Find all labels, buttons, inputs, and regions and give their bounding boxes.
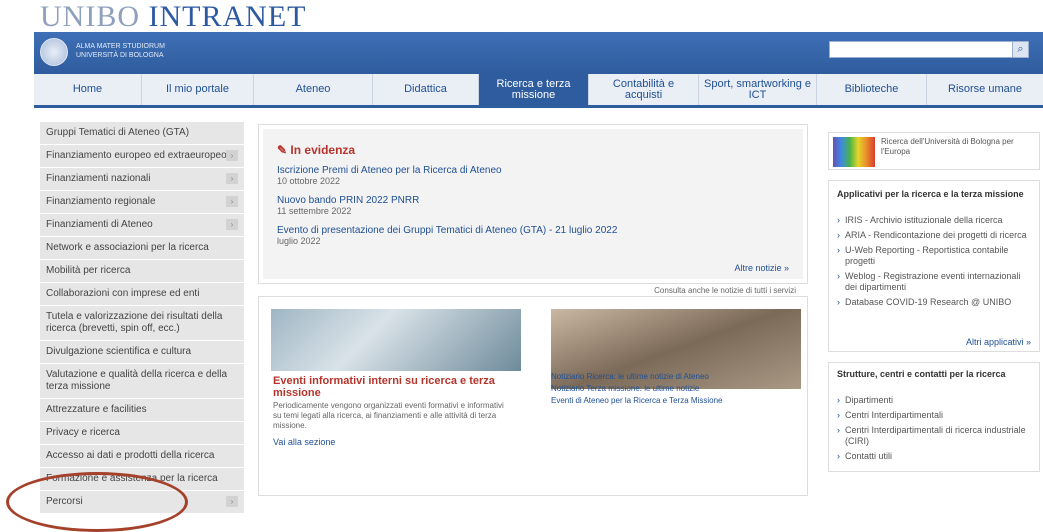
chevron-right-icon: › <box>226 196 238 207</box>
nav-risorse-umane[interactable]: Risorse umane <box>927 74 1043 105</box>
app-link[interactable]: Weblog - Registrazione eventi internazio… <box>837 271 1033 293</box>
nav-contabilita[interactable]: Contabilità e acquisti <box>589 74 699 105</box>
nav-mio-portale[interactable]: Il mio portale <box>142 74 254 105</box>
structure-link[interactable]: Centri Interdipartimentali <box>837 410 1033 421</box>
university-name[interactable]: ALMA MATER STUDIORUM UNIVERSITÀ DI BOLOG… <box>76 42 165 60</box>
sidebar-item[interactable]: Network e associazioni per la ricerca <box>40 237 244 260</box>
more-news-link[interactable]: Altre notizie » <box>734 263 789 273</box>
news-item[interactable]: Nuovo bando PRIN 2022 PNRR 11 settembre … <box>277 195 419 217</box>
pace-flag-icon <box>833 137 875 167</box>
highlight-circle <box>6 472 188 532</box>
sidebar-item[interactable]: Finanziamenti di Ateneo › <box>40 214 244 237</box>
more-apps-link[interactable]: Altri applicativi » <box>966 337 1031 347</box>
university-seal-icon[interactable] <box>40 38 68 66</box>
main-nav: Home Il mio portale Ateneo Didattica Ric… <box>34 74 1043 108</box>
promo-box[interactable]: Ricerca dell'Università di Bologna per l… <box>828 132 1040 170</box>
sidebar-item[interactable]: Tutela e valorizzazione dei risultati de… <box>40 306 244 341</box>
nav-biblioteche[interactable]: Biblioteche <box>817 74 927 105</box>
nav-ricerca[interactable]: Ricerca e terza missione <box>479 74 589 105</box>
brand-part2: INTRANET <box>148 0 307 33</box>
events-link[interactable]: Notiziario Terza missione: le ultime not… <box>551 383 801 395</box>
in-evidenza-box: ✎ In evidenza Iscrizione Premi di Ateneo… <box>258 124 808 284</box>
sidebar-item[interactable]: Gruppi Tematici di Ateneo (GTA) <box>40 122 244 145</box>
chevron-right-icon: › <box>226 173 238 184</box>
in-evidenza-panel: ✎ In evidenza Iscrizione Premi di Ateneo… <box>263 129 803 279</box>
apps-title: Applicativi per la ricerca e la terza mi… <box>837 189 1024 199</box>
app-link[interactable]: U-Web Reporting - Reportistica contabile… <box>837 245 1033 267</box>
search-icon[interactable]: ⌕ <box>1012 42 1028 57</box>
apps-box: Applicativi per la ricerca e la terza mi… <box>828 180 1040 352</box>
sidebar-item[interactable]: Finanziamento regionale › <box>40 191 244 214</box>
app-link[interactable]: Database COVID-19 Research @ UNIBO <box>837 297 1033 308</box>
sidebar-item[interactable]: Mobilità per ricerca <box>40 260 244 283</box>
sidebar-item[interactable]: Attrezzature e facilities <box>40 399 244 422</box>
app-link[interactable]: IRIS - Archivio istituzionale della rice… <box>837 215 1033 226</box>
chevron-right-icon: › <box>226 219 238 230</box>
events-box: Eventi informativi interni su ricerca e … <box>258 296 808 496</box>
sidebar-item[interactable]: Finanziamento europeo ed extraeuropeo › <box>40 145 244 168</box>
nav-sport[interactable]: Sport, smartworking e ICT <box>699 74 817 105</box>
nav-ateneo[interactable]: Ateneo <box>254 74 373 105</box>
chevron-right-icon: › <box>226 150 238 161</box>
structure-link[interactable]: Contatti utili <box>837 451 1033 462</box>
promo-text: Ricerca dell'Università di Bologna per l… <box>881 137 1014 156</box>
brand-part1: UNIBO <box>40 0 140 33</box>
app-link[interactable]: ARIA - Rendicontazione dei progetti di r… <box>837 230 1033 241</box>
news-item[interactable]: Iscrizione Premi di Ateneo per la Ricerc… <box>277 165 502 187</box>
structure-link[interactable]: Centri Interdipartimentali di ricerca in… <box>837 425 1033 447</box>
events-desc: Periodicamente vengono organizzati event… <box>273 401 504 430</box>
sidebar-item[interactable]: Valutazione e qualità della ricerca e de… <box>40 364 244 399</box>
news-item[interactable]: Evento di presentazione dei Gruppi Temat… <box>277 225 617 247</box>
pencil-icon: ✎ <box>277 143 291 157</box>
sidebar: Gruppi Tematici di Ateneo (GTA) Finanzia… <box>40 122 244 514</box>
sidebar-item[interactable]: Privacy e ricerca <box>40 422 244 445</box>
events-title[interactable]: Eventi informativi interni su ricerca e … <box>273 375 513 399</box>
structure-link[interactable]: Dipartimenti <box>837 395 1033 406</box>
chevron-right-icon: › <box>226 496 238 507</box>
sidebar-item[interactable]: Collaborazioni con imprese ed enti <box>40 283 244 306</box>
events-more-link[interactable]: Vai alla sezione <box>273 437 335 447</box>
nav-home[interactable]: Home <box>34 74 142 105</box>
events-links: Notiziario Ricerca: le ultime notizie di… <box>551 371 801 407</box>
search-input[interactable]: ⌕ <box>829 41 1029 58</box>
sidebar-item[interactable]: Divulgazione scientifica e cultura <box>40 341 244 364</box>
brand-title: UNIBO INTRANET <box>40 2 306 32</box>
in-evidenza-title: ✎ In evidenza <box>277 143 356 157</box>
lab-image <box>271 309 521 371</box>
apps-list: IRIS - Archivio istituzionale della rice… <box>837 215 1033 312</box>
structures-title: Strutture, centri e contatti per la rice… <box>837 369 1006 379</box>
header-bar: ALMA MATER STUDIORUM UNIVERSITÀ DI BOLOG… <box>34 32 1043 74</box>
sidebar-item[interactable]: Accesso ai dati e prodotti della ricerca <box>40 445 244 468</box>
structures-list: Dipartimenti Centri Interdipartimentali … <box>837 395 1033 466</box>
events-link[interactable]: Notiziario Ricerca: le ultime notizie di… <box>551 371 801 383</box>
nav-didattica[interactable]: Didattica <box>373 74 479 105</box>
structures-box: Strutture, centri e contatti per la rice… <box>828 362 1040 472</box>
events-link[interactable]: Eventi di Ateneo per la Ricerca e Terza … <box>551 395 801 407</box>
sidebar-item[interactable]: Finanziamenti nazionali › <box>40 168 244 191</box>
